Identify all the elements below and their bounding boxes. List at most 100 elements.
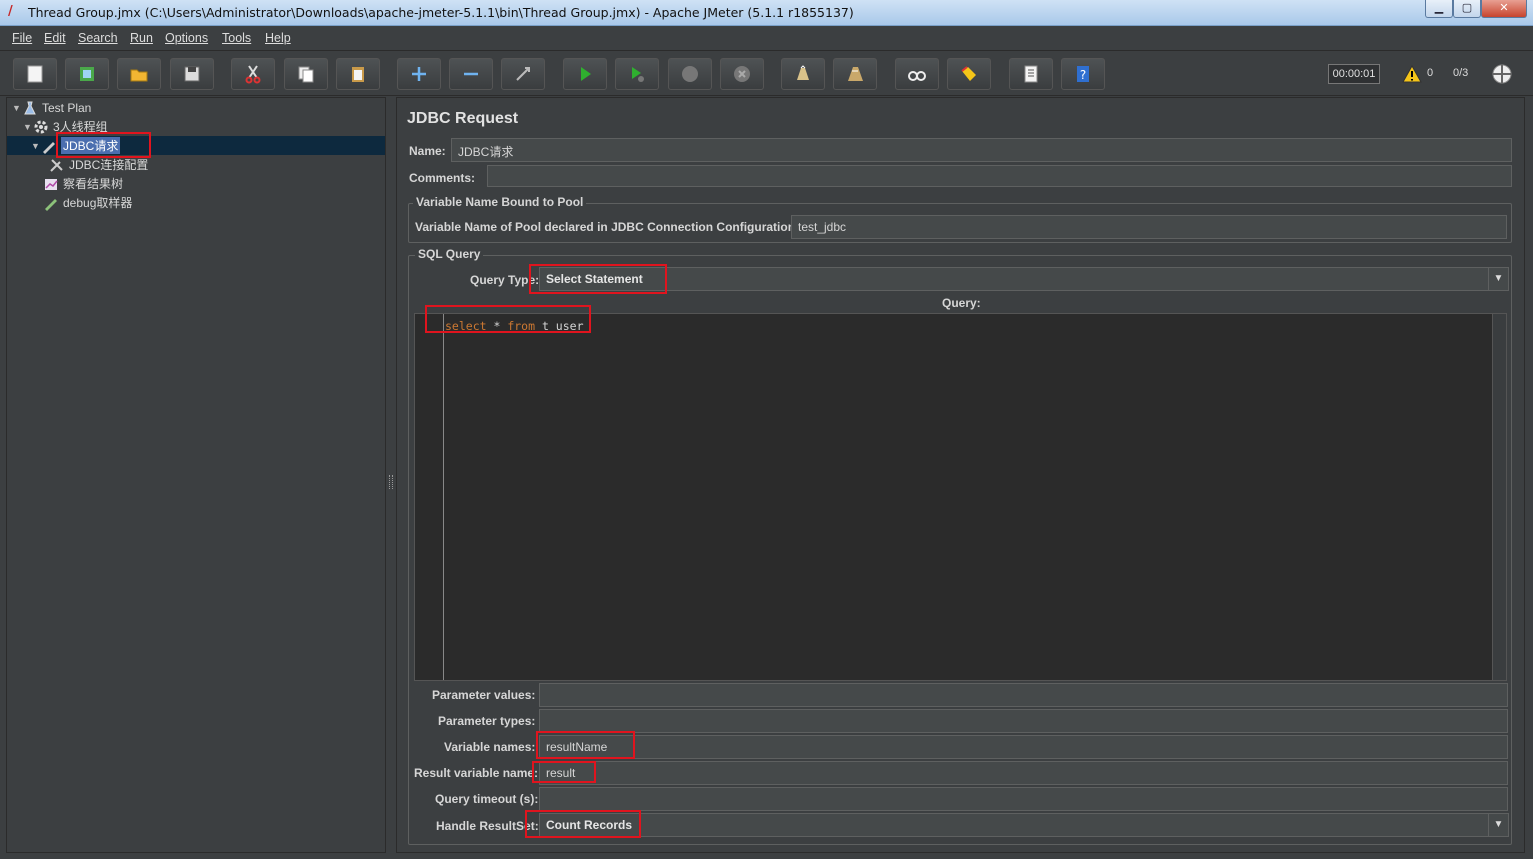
help-button[interactable]: ? xyxy=(1061,58,1105,90)
sql-query-editor[interactable]: select * from t_user xyxy=(414,313,1507,681)
tree-node-jdbc-config[interactable]: JDBC连接配置 xyxy=(49,155,148,174)
pool-variable-field[interactable]: test_jdbc xyxy=(791,215,1507,239)
warning-icon[interactable] xyxy=(1402,65,1422,83)
menu-run[interactable]: Run xyxy=(130,31,153,45)
maximize-button[interactable]: ▢ xyxy=(1453,0,1481,18)
handle-resultset-value: Count Records xyxy=(546,818,633,832)
clear-all-button[interactable] xyxy=(833,58,877,90)
pool-group-title: Variable Name Bound to Pool xyxy=(413,195,587,209)
new-icon xyxy=(27,65,43,83)
handle-resultset-select[interactable]: Count Records ▼ xyxy=(539,813,1509,837)
function-helper-button[interactable] xyxy=(1009,58,1053,90)
config-wrench-icon xyxy=(49,157,65,173)
shutdown-icon xyxy=(734,66,750,82)
toggle-icon xyxy=(516,67,530,81)
test-plan-tree: ▼ Test Plan ▼ 3人线程组 ▼ JDBC请求 JDBC连接配置 察看… xyxy=(6,97,386,853)
tree-toggle-icon[interactable]: ▼ xyxy=(23,122,33,132)
comments-label: Comments: xyxy=(409,171,476,185)
save-button[interactable] xyxy=(170,58,214,90)
sampler-pencil-icon xyxy=(41,138,57,154)
panel-splitter[interactable] xyxy=(387,97,395,853)
function-helper-icon xyxy=(1024,65,1038,83)
collapse-all-button[interactable] xyxy=(449,58,493,90)
search-button[interactable] xyxy=(895,58,939,90)
editor-scrollbar[interactable] xyxy=(1492,314,1506,680)
toolbar: ? 00:00:01 0 0/3 xyxy=(0,52,1533,96)
param-values-label: Parameter values: xyxy=(432,688,536,702)
shutdown-button[interactable] xyxy=(720,58,764,90)
tree-node-test-plan[interactable]: ▼ Test Plan xyxy=(12,98,91,117)
param-values-field[interactable] xyxy=(539,683,1508,707)
query-type-value: Select Statement xyxy=(546,272,643,286)
clear-button[interactable] xyxy=(781,58,825,90)
tree-node-results-tree[interactable]: 察看结果树 xyxy=(43,174,123,193)
name-field[interactable]: JDBC请求 xyxy=(451,138,1512,162)
sql-table-name: t_user xyxy=(535,319,584,333)
elapsed-timer: 00:00:01 xyxy=(1328,64,1380,84)
help-icon: ? xyxy=(1077,66,1089,82)
start-button[interactable] xyxy=(563,58,607,90)
jmeter-feather-icon: / xyxy=(8,4,13,19)
reset-search-button[interactable] xyxy=(947,58,991,90)
tree-node-label: 察看结果树 xyxy=(63,177,124,191)
menu-edit[interactable]: Edit xyxy=(44,31,66,45)
menu-bar: File Edit Search Run Options Tools Help xyxy=(0,27,1533,51)
menu-tools[interactable]: Tools xyxy=(222,31,251,45)
jdbc-request-panel: JDBC Request Name: JDBC请求 Comments: Vari… xyxy=(396,97,1525,853)
menu-file[interactable]: File xyxy=(12,31,32,45)
sql-code-line[interactable]: select * from t_user xyxy=(445,319,584,333)
tree-node-label: 3人线程组 xyxy=(53,120,108,134)
query-timeout-field[interactable] xyxy=(539,787,1508,811)
clear-icon xyxy=(797,65,809,80)
tree-toggle-icon[interactable]: ▼ xyxy=(31,141,41,151)
cut-button[interactable] xyxy=(231,58,275,90)
toggle-button[interactable] xyxy=(501,58,545,90)
close-button[interactable]: ✕ xyxy=(1481,0,1527,18)
variable-names-label: Variable names: xyxy=(444,740,536,754)
query-timeout-label: Query timeout (s): xyxy=(435,792,539,806)
stop-button[interactable] xyxy=(668,58,712,90)
variable-names-field[interactable]: resultName xyxy=(539,735,1508,759)
expand-all-button[interactable] xyxy=(397,58,441,90)
remote-status-globe-icon xyxy=(1492,64,1512,84)
param-types-field[interactable] xyxy=(539,709,1508,733)
collapse-icon xyxy=(464,72,478,76)
paste-button[interactable] xyxy=(336,58,380,90)
tree-node-debug-sampler[interactable]: debug取样器 xyxy=(43,193,132,212)
open-button[interactable] xyxy=(117,58,161,90)
tree-toggle-icon[interactable]: ▼ xyxy=(12,103,22,113)
expand-icon xyxy=(412,67,426,81)
templates-button[interactable] xyxy=(65,58,109,90)
svg-text:?: ? xyxy=(1080,68,1086,82)
cut-icon xyxy=(245,65,261,84)
menu-help[interactable]: Help xyxy=(265,31,291,45)
result-variable-field[interactable]: result xyxy=(539,761,1508,785)
reset-search-icon xyxy=(961,66,976,81)
copy-button[interactable] xyxy=(284,58,328,90)
templates-icon xyxy=(80,67,94,81)
clear-all-icon xyxy=(848,67,863,81)
paste-icon xyxy=(352,67,364,82)
name-label: Name: xyxy=(409,144,446,158)
tree-node-label: JDBC请求 xyxy=(61,137,121,154)
sql-token: * xyxy=(486,319,508,333)
stop-icon xyxy=(682,66,698,82)
save-icon xyxy=(184,66,200,82)
minimize-button[interactable]: ▁ xyxy=(1425,0,1453,18)
query-type-select[interactable]: Select Statement ▼ xyxy=(539,267,1509,291)
chevron-down-icon[interactable]: ▼ xyxy=(1488,814,1508,836)
start-no-pause-icon xyxy=(632,67,644,82)
chevron-down-icon[interactable]: ▼ xyxy=(1488,268,1508,290)
splitter-grip[interactable] xyxy=(389,475,393,489)
new-button[interactable] xyxy=(13,58,57,90)
tree-node-jdbc-request[interactable]: ▼ JDBC请求 xyxy=(31,136,121,155)
result-variable-label: Result variable name: xyxy=(414,766,539,780)
menu-options[interactable]: Options xyxy=(165,31,208,45)
listener-chart-icon xyxy=(43,176,59,192)
comments-field[interactable] xyxy=(487,165,1512,187)
start-no-pause-button[interactable] xyxy=(615,58,659,90)
tree-node-thread-group[interactable]: ▼ 3人线程组 xyxy=(23,117,108,136)
menu-search[interactable]: Search xyxy=(78,31,118,45)
query-label: Query: xyxy=(942,296,981,310)
query-type-label: Query Type: xyxy=(470,273,540,287)
